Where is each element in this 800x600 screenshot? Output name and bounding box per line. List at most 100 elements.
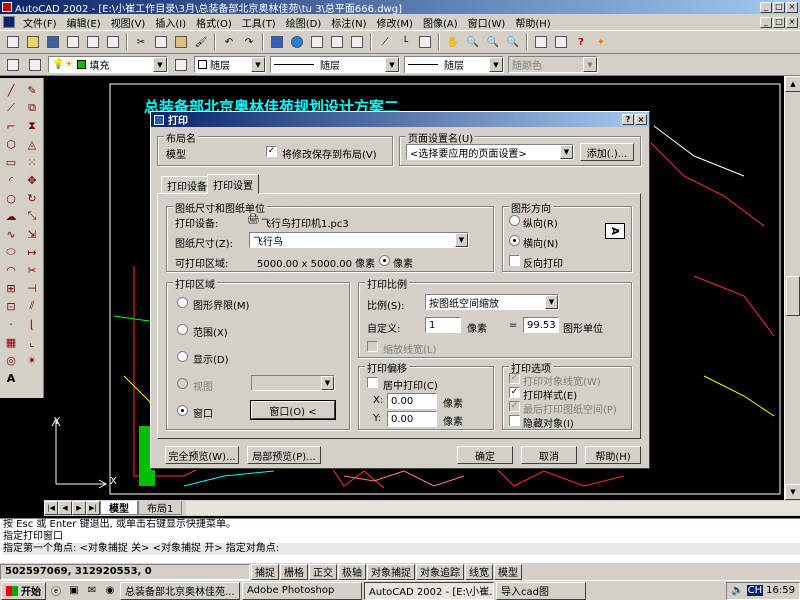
layer-previous-icon[interactable] xyxy=(26,56,44,74)
line-icon[interactable]: ╱ xyxy=(3,82,19,98)
erase-icon[interactable]: ✎ xyxy=(24,82,40,98)
task-import-cad[interactable]: 导入cad图 xyxy=(496,581,586,600)
unit-pixel-radio[interactable] xyxy=(379,255,390,266)
tool-palette-icon[interactable] xyxy=(348,33,366,51)
move-icon[interactable]: ✥ xyxy=(24,172,40,188)
arc-icon[interactable]: ◜ xyxy=(3,172,19,188)
tab-layout1[interactable]: 布局1 xyxy=(138,501,183,515)
scale-dropdown[interactable]: 按图纸空间缩放 ▼ xyxy=(425,294,559,310)
save-to-layout-checkbox[interactable]: ✓ xyxy=(266,146,277,157)
zoom-previous-icon[interactable]: 🔍 xyxy=(504,33,522,51)
stretch-icon[interactable]: ⇲ xyxy=(24,226,40,242)
scale-icon[interactable]: ⤡ xyxy=(24,208,40,224)
chamfer-icon[interactable]: ⌊ xyxy=(24,316,40,332)
landscape-radio[interactable] xyxy=(509,235,520,246)
tab-plot-device[interactable]: 打印设备 xyxy=(161,176,213,194)
snap-icon[interactable]: ⟋ xyxy=(376,33,394,51)
mirror-icon[interactable]: ⧗ xyxy=(24,118,40,134)
find-icon[interactable] xyxy=(104,33,122,51)
redo-icon[interactable]: ↷ xyxy=(240,33,258,51)
speaker-icon[interactable]: 🔈 xyxy=(731,585,743,596)
xline-icon[interactable]: ⟋ xyxy=(3,100,19,116)
add-page-setup-button[interactable]: 添加(.)... xyxy=(580,143,634,161)
window-radio[interactable] xyxy=(177,405,188,416)
dialog-help-button[interactable]: ? xyxy=(622,114,634,125)
lineweight-dropdown[interactable]: 随层 ▼ xyxy=(404,56,504,73)
osnap-toggle[interactable]: 对象捕捉 xyxy=(367,563,415,580)
reverse-plot-checkbox[interactable] xyxy=(509,255,520,266)
cut-icon[interactable]: ✂ xyxy=(132,33,150,51)
save-icon[interactable] xyxy=(44,33,62,51)
paste-icon[interactable] xyxy=(172,33,190,51)
plot-styles-checkbox[interactable]: ✓ xyxy=(509,387,520,398)
plot-lineweights-checkbox[interactable]: ✓ xyxy=(509,373,520,384)
region-icon[interactable]: ◎ xyxy=(3,352,19,368)
menu-tools[interactable]: 工具(T) xyxy=(237,15,281,30)
autocad-icon[interactable] xyxy=(2,2,12,12)
tab-model[interactable]: 模型 xyxy=(100,501,138,515)
center-plot-checkbox[interactable] xyxy=(367,377,378,388)
custom-scale-pixels-input[interactable]: 1 xyxy=(425,317,461,333)
print-icon[interactable] xyxy=(64,33,82,51)
chevron-down-icon[interactable]: ▼ xyxy=(321,376,334,390)
fillet-icon[interactable]: ⌞ xyxy=(24,334,40,350)
extents-radio[interactable] xyxy=(177,324,188,335)
make-block-icon[interactable]: ⊡ xyxy=(3,298,19,314)
design-center-icon[interactable] xyxy=(268,33,286,51)
media-icon[interactable]: ◉ xyxy=(102,583,118,599)
make-current-layer-icon[interactable] xyxy=(172,56,190,74)
print-preview-icon[interactable] xyxy=(84,33,102,51)
partial-preview-button[interactable]: 局部预览(P)... xyxy=(247,446,321,464)
tab-plot-settings[interactable]: 打印设置 xyxy=(207,174,259,194)
clock[interactable]: 16:59 xyxy=(766,585,795,596)
lengthen-icon[interactable]: ↦ xyxy=(24,244,40,260)
show-desktop-icon[interactable]: ▣ xyxy=(66,583,82,599)
snap-toggle[interactable]: 捕捉 xyxy=(251,563,279,580)
zoom-window-icon[interactable]: 🔍 xyxy=(484,33,502,51)
point-icon[interactable]: · xyxy=(3,316,19,332)
task-photoshop[interactable]: Adobe Photoshop xyxy=(242,581,362,600)
x-offset-input[interactable]: 0.00 xyxy=(387,393,437,409)
menu-help[interactable]: 帮助(H) xyxy=(510,15,555,30)
help-button[interactable]: 帮助(H) xyxy=(585,446,641,464)
menu-dimension[interactable]: 标注(N) xyxy=(326,15,371,30)
task-explorer[interactable]: 总装备部北京奥林佳苑... xyxy=(120,581,240,600)
menu-modify[interactable]: 修改(M) xyxy=(372,15,418,30)
explode-icon[interactable]: ✴ xyxy=(24,352,40,368)
minimize-button[interactable]: _ xyxy=(760,1,772,13)
pick-window-button[interactable]: 窗口(O) < xyxy=(250,400,336,420)
revcloud-icon[interactable]: ☁ xyxy=(3,208,19,224)
view-radio[interactable] xyxy=(177,378,188,389)
text-icon[interactable]: A xyxy=(3,370,19,386)
outlook-icon[interactable]: ✉ xyxy=(84,583,100,599)
open-file-icon[interactable] xyxy=(24,33,42,51)
properties-icon[interactable] xyxy=(328,33,346,51)
chevron-down-icon[interactable]: ▼ xyxy=(385,57,399,72)
chevron-down-icon[interactable]: ▼ xyxy=(251,57,265,72)
pan-icon[interactable]: ✋ xyxy=(444,33,462,51)
match-properties-icon[interactable]: 🖌 xyxy=(192,33,210,51)
doc-minimize-button[interactable]: _ xyxy=(760,16,772,28)
chevron-down-icon[interactable]: ▼ xyxy=(545,295,558,309)
doc-restore-button[interactable]: □ xyxy=(773,16,785,28)
ok-button[interactable]: 确定 xyxy=(457,446,513,464)
task-autocad[interactable]: AutoCAD 2002 - [E:\小崔... xyxy=(364,581,494,600)
next-tab-icon[interactable]: ▶ xyxy=(72,501,86,515)
chevron-down-icon[interactable]: ▼ xyxy=(489,57,503,72)
prev-tab-icon[interactable]: ◀ xyxy=(58,501,72,515)
doc-close-button[interactable]: × xyxy=(786,16,798,28)
model-toggle[interactable]: 模型 xyxy=(494,563,522,580)
document-icon[interactable] xyxy=(3,16,15,28)
menu-view[interactable]: 视图(V) xyxy=(106,15,151,30)
hatch-icon[interactable]: ▦ xyxy=(3,334,19,350)
sparkle-icon[interactable]: ✦ xyxy=(592,33,610,51)
break-icon[interactable]: ⫽ xyxy=(24,298,40,314)
ime-indicator[interactable]: CH xyxy=(746,585,764,596)
internet-explorer-icon[interactable]: ⓔ xyxy=(48,583,64,599)
dialog-close-button[interactable]: × xyxy=(635,114,647,125)
portrait-radio[interactable] xyxy=(509,215,520,226)
scale-lineweights-checkbox[interactable] xyxy=(367,341,378,352)
menu-image[interactable]: 图像(A) xyxy=(418,15,463,30)
undo-icon[interactable]: ↶ xyxy=(220,33,238,51)
start-button[interactable]: 开始 xyxy=(1,581,46,600)
